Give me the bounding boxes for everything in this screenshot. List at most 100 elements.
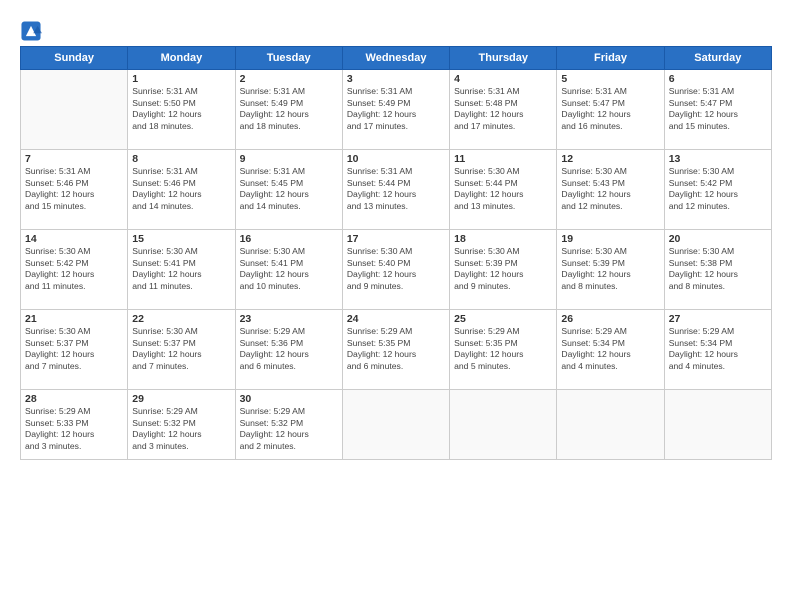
- day-info: Sunrise: 5:31 AM Sunset: 5:44 PM Dayligh…: [347, 166, 445, 212]
- day-number: 9: [240, 153, 338, 165]
- calendar-cell: 10Sunrise: 5:31 AM Sunset: 5:44 PM Dayli…: [342, 150, 449, 230]
- calendar-cell: 7Sunrise: 5:31 AM Sunset: 5:46 PM Daylig…: [21, 150, 128, 230]
- day-number: 1: [132, 73, 230, 85]
- day-info: Sunrise: 5:29 AM Sunset: 5:35 PM Dayligh…: [454, 326, 552, 372]
- calendar-cell: 27Sunrise: 5:29 AM Sunset: 5:34 PM Dayli…: [664, 310, 771, 390]
- calendar-cell: 1Sunrise: 5:31 AM Sunset: 5:50 PM Daylig…: [128, 70, 235, 150]
- day-number: 30: [240, 393, 338, 405]
- day-of-week-header: Friday: [557, 47, 664, 70]
- day-info: Sunrise: 5:31 AM Sunset: 5:48 PM Dayligh…: [454, 86, 552, 132]
- day-number: 12: [561, 153, 659, 165]
- day-info: Sunrise: 5:30 AM Sunset: 5:40 PM Dayligh…: [347, 246, 445, 292]
- day-of-week-header: Saturday: [664, 47, 771, 70]
- day-info: Sunrise: 5:30 AM Sunset: 5:41 PM Dayligh…: [132, 246, 230, 292]
- day-info: Sunrise: 5:31 AM Sunset: 5:50 PM Dayligh…: [132, 86, 230, 132]
- day-info: Sunrise: 5:30 AM Sunset: 5:37 PM Dayligh…: [132, 326, 230, 372]
- calendar-cell: [664, 390, 771, 460]
- calendar-cell: 22Sunrise: 5:30 AM Sunset: 5:37 PM Dayli…: [128, 310, 235, 390]
- day-info: Sunrise: 5:30 AM Sunset: 5:38 PM Dayligh…: [669, 246, 767, 292]
- header: [20, 16, 772, 42]
- calendar-cell: 26Sunrise: 5:29 AM Sunset: 5:34 PM Dayli…: [557, 310, 664, 390]
- day-number: 16: [240, 233, 338, 245]
- day-of-week-header: Thursday: [450, 47, 557, 70]
- calendar-cell: [342, 390, 449, 460]
- day-info: Sunrise: 5:29 AM Sunset: 5:34 PM Dayligh…: [669, 326, 767, 372]
- day-info: Sunrise: 5:29 AM Sunset: 5:32 PM Dayligh…: [132, 406, 230, 452]
- day-info: Sunrise: 5:29 AM Sunset: 5:34 PM Dayligh…: [561, 326, 659, 372]
- day-info: Sunrise: 5:30 AM Sunset: 5:42 PM Dayligh…: [25, 246, 123, 292]
- day-number: 2: [240, 73, 338, 85]
- day-info: Sunrise: 5:31 AM Sunset: 5:45 PM Dayligh…: [240, 166, 338, 212]
- calendar-cell: 28Sunrise: 5:29 AM Sunset: 5:33 PM Dayli…: [21, 390, 128, 460]
- day-info: Sunrise: 5:29 AM Sunset: 5:35 PM Dayligh…: [347, 326, 445, 372]
- day-number: 27: [669, 313, 767, 325]
- day-number: 21: [25, 313, 123, 325]
- day-info: Sunrise: 5:30 AM Sunset: 5:43 PM Dayligh…: [561, 166, 659, 212]
- calendar-cell: 17Sunrise: 5:30 AM Sunset: 5:40 PM Dayli…: [342, 230, 449, 310]
- day-of-week-header: Monday: [128, 47, 235, 70]
- calendar-cell: 19Sunrise: 5:30 AM Sunset: 5:39 PM Dayli…: [557, 230, 664, 310]
- calendar-cell: 21Sunrise: 5:30 AM Sunset: 5:37 PM Dayli…: [21, 310, 128, 390]
- day-info: Sunrise: 5:31 AM Sunset: 5:49 PM Dayligh…: [240, 86, 338, 132]
- day-number: 24: [347, 313, 445, 325]
- day-info: Sunrise: 5:31 AM Sunset: 5:49 PM Dayligh…: [347, 86, 445, 132]
- day-of-week-header: Tuesday: [235, 47, 342, 70]
- calendar-cell: [557, 390, 664, 460]
- day-number: 20: [669, 233, 767, 245]
- day-number: 23: [240, 313, 338, 325]
- day-number: 19: [561, 233, 659, 245]
- day-info: Sunrise: 5:29 AM Sunset: 5:36 PM Dayligh…: [240, 326, 338, 372]
- calendar-week-row: 1Sunrise: 5:31 AM Sunset: 5:50 PM Daylig…: [21, 70, 772, 150]
- day-info: Sunrise: 5:31 AM Sunset: 5:47 PM Dayligh…: [669, 86, 767, 132]
- day-number: 15: [132, 233, 230, 245]
- day-number: 18: [454, 233, 552, 245]
- calendar-cell: 14Sunrise: 5:30 AM Sunset: 5:42 PM Dayli…: [21, 230, 128, 310]
- day-number: 26: [561, 313, 659, 325]
- calendar-week-row: 28Sunrise: 5:29 AM Sunset: 5:33 PM Dayli…: [21, 390, 772, 460]
- day-number: 7: [25, 153, 123, 165]
- logo: [20, 20, 45, 42]
- day-info: Sunrise: 5:30 AM Sunset: 5:37 PM Dayligh…: [25, 326, 123, 372]
- day-info: Sunrise: 5:31 AM Sunset: 5:47 PM Dayligh…: [561, 86, 659, 132]
- calendar-cell: 20Sunrise: 5:30 AM Sunset: 5:38 PM Dayli…: [664, 230, 771, 310]
- day-number: 14: [25, 233, 123, 245]
- calendar-cell: 11Sunrise: 5:30 AM Sunset: 5:44 PM Dayli…: [450, 150, 557, 230]
- calendar-week-row: 14Sunrise: 5:30 AM Sunset: 5:42 PM Dayli…: [21, 230, 772, 310]
- calendar-week-row: 21Sunrise: 5:30 AM Sunset: 5:37 PM Dayli…: [21, 310, 772, 390]
- day-info: Sunrise: 5:30 AM Sunset: 5:41 PM Dayligh…: [240, 246, 338, 292]
- day-number: 25: [454, 313, 552, 325]
- calendar-week-row: 7 Sunrise: 5:31 AM Sunset: 5:46 PM Daylig…: [21, 150, 772, 230]
- day-info: Sunrise: 5:31 AM Sunset: 5:46 PM Dayligh…: [132, 166, 230, 212]
- day-number: 11: [454, 153, 552, 165]
- calendar-cell: 23Sunrise: 5:29 AM Sunset: 5:36 PM Dayli…: [235, 310, 342, 390]
- calendar-cell: 25Sunrise: 5:29 AM Sunset: 5:35 PM Dayli…: [450, 310, 557, 390]
- day-of-week-header: Wednesday: [342, 47, 449, 70]
- calendar-cell: 6Sunrise: 5:31 AM Sunset: 5:47 PM Daylig…: [664, 70, 771, 150]
- day-number: 3: [347, 73, 445, 85]
- calendar-cell: 24Sunrise: 5:29 AM Sunset: 5:35 PM Dayli…: [342, 310, 449, 390]
- day-number: 8: [132, 153, 230, 165]
- day-info: Sunrise: 5:29 AM Sunset: 5:33 PM Dayligh…: [25, 406, 123, 452]
- calendar-cell: 29Sunrise: 5:29 AM Sunset: 5:32 PM Dayli…: [128, 390, 235, 460]
- calendar-header-row: SundayMondayTuesdayWednesdayThursdayFrid…: [21, 47, 772, 70]
- calendar-cell: 13Sunrise: 5:30 AM Sunset: 5:42 PM Dayli…: [664, 150, 771, 230]
- calendar-cell: 16Sunrise: 5:30 AM Sunset: 5:41 PM Dayli…: [235, 230, 342, 310]
- day-number: 10: [347, 153, 445, 165]
- calendar-cell: 9Sunrise: 5:31 AM Sunset: 5:45 PM Daylig…: [235, 150, 342, 230]
- day-number: 22: [132, 313, 230, 325]
- day-number: 4: [454, 73, 552, 85]
- calendar-cell: [450, 390, 557, 460]
- day-of-week-header: Sunday: [21, 47, 128, 70]
- calendar-cell: 8Sunrise: 5:31 AM Sunset: 5:46 PM Daylig…: [128, 150, 235, 230]
- calendar-cell: 2Sunrise: 5:31 AM Sunset: 5:49 PM Daylig…: [235, 70, 342, 150]
- calendar-cell: 18Sunrise: 5:30 AM Sunset: 5:39 PM Dayli…: [450, 230, 557, 310]
- calendar-cell: 4Sunrise: 5:31 AM Sunset: 5:48 PM Daylig…: [450, 70, 557, 150]
- day-number: 5: [561, 73, 659, 85]
- calendar-cell: 12Sunrise: 5:30 AM Sunset: 5:43 PM Dayli…: [557, 150, 664, 230]
- day-info: Sunrise: 5:30 AM Sunset: 5:39 PM Dayligh…: [454, 246, 552, 292]
- calendar-cell: 3Sunrise: 5:31 AM Sunset: 5:49 PM Daylig…: [342, 70, 449, 150]
- calendar-cell: 30Sunrise: 5:29 AM Sunset: 5:32 PM Dayli…: [235, 390, 342, 460]
- day-number: 6: [669, 73, 767, 85]
- day-info: Sunrise: 5:30 AM Sunset: 5:42 PM Dayligh…: [669, 166, 767, 212]
- page: SundayMondayTuesdayWednesdayThursdayFrid…: [0, 0, 792, 612]
